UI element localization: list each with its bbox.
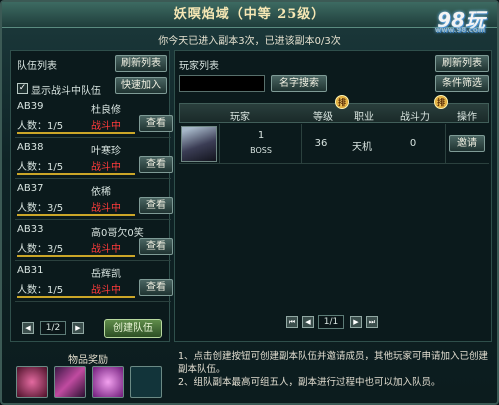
next-page-button[interactable]: ▶ [72, 322, 84, 334]
view-team-button[interactable]: 查看 [139, 156, 173, 173]
team-page-indicator: 1/2 [40, 321, 66, 335]
team-id: AB37 [17, 183, 44, 194]
col-player: 玩家 [230, 112, 250, 123]
invite-button[interactable]: 邀请 [449, 135, 485, 152]
team-status: 战斗中 [91, 244, 121, 255]
reward-weapon-icon[interactable] [54, 366, 86, 398]
player-rank: 1 [257, 130, 265, 141]
team-leader: 依稀 [91, 187, 111, 198]
team-divider [17, 255, 135, 257]
team-row: AB39 杜良修 人数：1/5 战斗中 查看 [15, 98, 173, 138]
team-divider [17, 296, 135, 298]
team-leader: 岳辉凯 [91, 269, 121, 280]
team-member-count: 人数：1/5 [17, 285, 64, 296]
player-class: 天机 [352, 142, 372, 153]
refresh-team-list-button[interactable]: 刷新列表 [115, 55, 167, 72]
site-logo: 98玩 www.98.com [434, 8, 485, 34]
team-status: 战斗中 [91, 285, 121, 296]
help-text: 1、点击创建按钮可创建副本队伍并邀请成员，其他玩家可申请加入已创建副本队伍。 2… [178, 350, 494, 389]
team-member-count: 人数：3/5 [17, 244, 64, 255]
col-class: 职业 [354, 112, 374, 123]
create-team-button[interactable]: 创建队伍 [104, 319, 162, 338]
team-list-header: 队伍列表 [17, 61, 57, 72]
player-list-panel: 玩家列表 刷新列表 名字搜索 条件筛选 玩家 等级 排 职业 战斗力 排 操作 … [174, 50, 492, 342]
help-line-1: 1、点击创建按钮可创建副本队伍并邀请成员，其他玩家可申请加入已创建副本队伍。 [178, 351, 489, 375]
name-search-input[interactable] [179, 75, 265, 92]
sort-badge-icon[interactable]: 排 [434, 95, 448, 109]
team-member-count: 人数：3/5 [17, 203, 64, 214]
help-line-2: 2、组队副本最高可组五人，副本进行过程中也可以加入队员。 [178, 377, 441, 388]
team-id: AB38 [17, 142, 44, 153]
team-id: AB31 [17, 265, 44, 276]
team-row: AB31 岳辉凯 人数：1/5 战斗中 查看 [15, 262, 173, 302]
team-divider [17, 214, 135, 216]
entry-notice: 你今天已进入副本3次，已进该副本0/3次 [158, 36, 341, 47]
view-team-button[interactable]: 查看 [139, 279, 173, 296]
player-list-header: 玩家列表 [179, 61, 219, 72]
next-page-button[interactable]: ▶ [350, 316, 362, 328]
team-row: AB33 高0哥欠0笑 人数：3/5 战斗中 查看 [15, 221, 173, 261]
refresh-player-list-button[interactable]: 刷新列表 [435, 55, 489, 72]
col-level[interactable]: 等级 [313, 108, 333, 123]
view-team-button[interactable]: 查看 [139, 197, 173, 214]
view-team-button[interactable]: 查看 [139, 238, 173, 255]
filter-button[interactable]: 条件筛选 [435, 75, 489, 92]
name-search-button[interactable]: 名字搜索 [271, 75, 327, 92]
player-row: 1 BOSS 36 天机 0 邀请 [179, 124, 489, 164]
last-page-button[interactable]: ⏭ [366, 316, 378, 328]
dungeon-window: 妖暝焰域（中等 25级） 98玩 www.98.com 你今天已进入副本3次，已进… [0, 0, 499, 405]
player-level: 36 [314, 138, 328, 149]
team-status: 战斗中 [91, 203, 121, 214]
reward-empty-slot[interactable] [130, 366, 162, 398]
prev-page-button[interactable]: ◀ [302, 316, 314, 328]
player-table-header: 玩家 等级 排 职业 战斗力 排 操作 [179, 95, 489, 123]
first-page-button[interactable]: ⏮ [286, 316, 298, 328]
quick-join-button[interactable]: 快速加入 [115, 77, 167, 94]
player-page-indicator: 1/1 [318, 315, 344, 329]
team-member-count: 人数：1/5 [17, 162, 64, 173]
team-status: 战斗中 [91, 121, 121, 132]
player-power: 0 [409, 138, 417, 149]
team-member-count: 人数：1/5 [17, 121, 64, 132]
player-name: BOSS [250, 146, 272, 155]
team-leader: 叶寒珍 [91, 146, 121, 157]
team-list-panel: 队伍列表 刷新列表 快速加入 ✓ 显示战斗中队伍 AB39 杜良修 人数：1/5… [10, 50, 173, 342]
team-id: AB33 [17, 224, 44, 235]
team-status: 战斗中 [91, 162, 121, 173]
team-divider [17, 132, 135, 134]
window-title: 妖暝焰域（中等 25级） [2, 2, 497, 28]
sort-badge-icon[interactable]: 排 [335, 95, 349, 109]
team-divider [17, 173, 135, 175]
team-row: AB38 叶寒珍 人数：1/5 战斗中 查看 [15, 139, 173, 179]
show-in-combat-checkbox[interactable]: ✓ [17, 83, 28, 94]
reward-item-icon[interactable] [16, 366, 48, 398]
view-team-button[interactable]: 查看 [139, 115, 173, 132]
show-in-combat-label: 显示战斗中队伍 [31, 86, 101, 97]
rewards-title: 物品奖励 [68, 355, 108, 366]
col-action: 操作 [457, 112, 477, 123]
prev-page-button[interactable]: ◀ [22, 322, 34, 334]
team-leader: 杜良修 [91, 105, 121, 116]
team-id: AB39 [17, 101, 44, 112]
team-row: AB37 依稀 人数：3/5 战斗中 查看 [15, 180, 173, 220]
col-power[interactable]: 战斗力 [400, 108, 430, 123]
team-leader: 高0哥欠0笑 [91, 228, 144, 239]
reward-gem-icon[interactable] [92, 366, 124, 398]
player-avatar [181, 126, 217, 162]
